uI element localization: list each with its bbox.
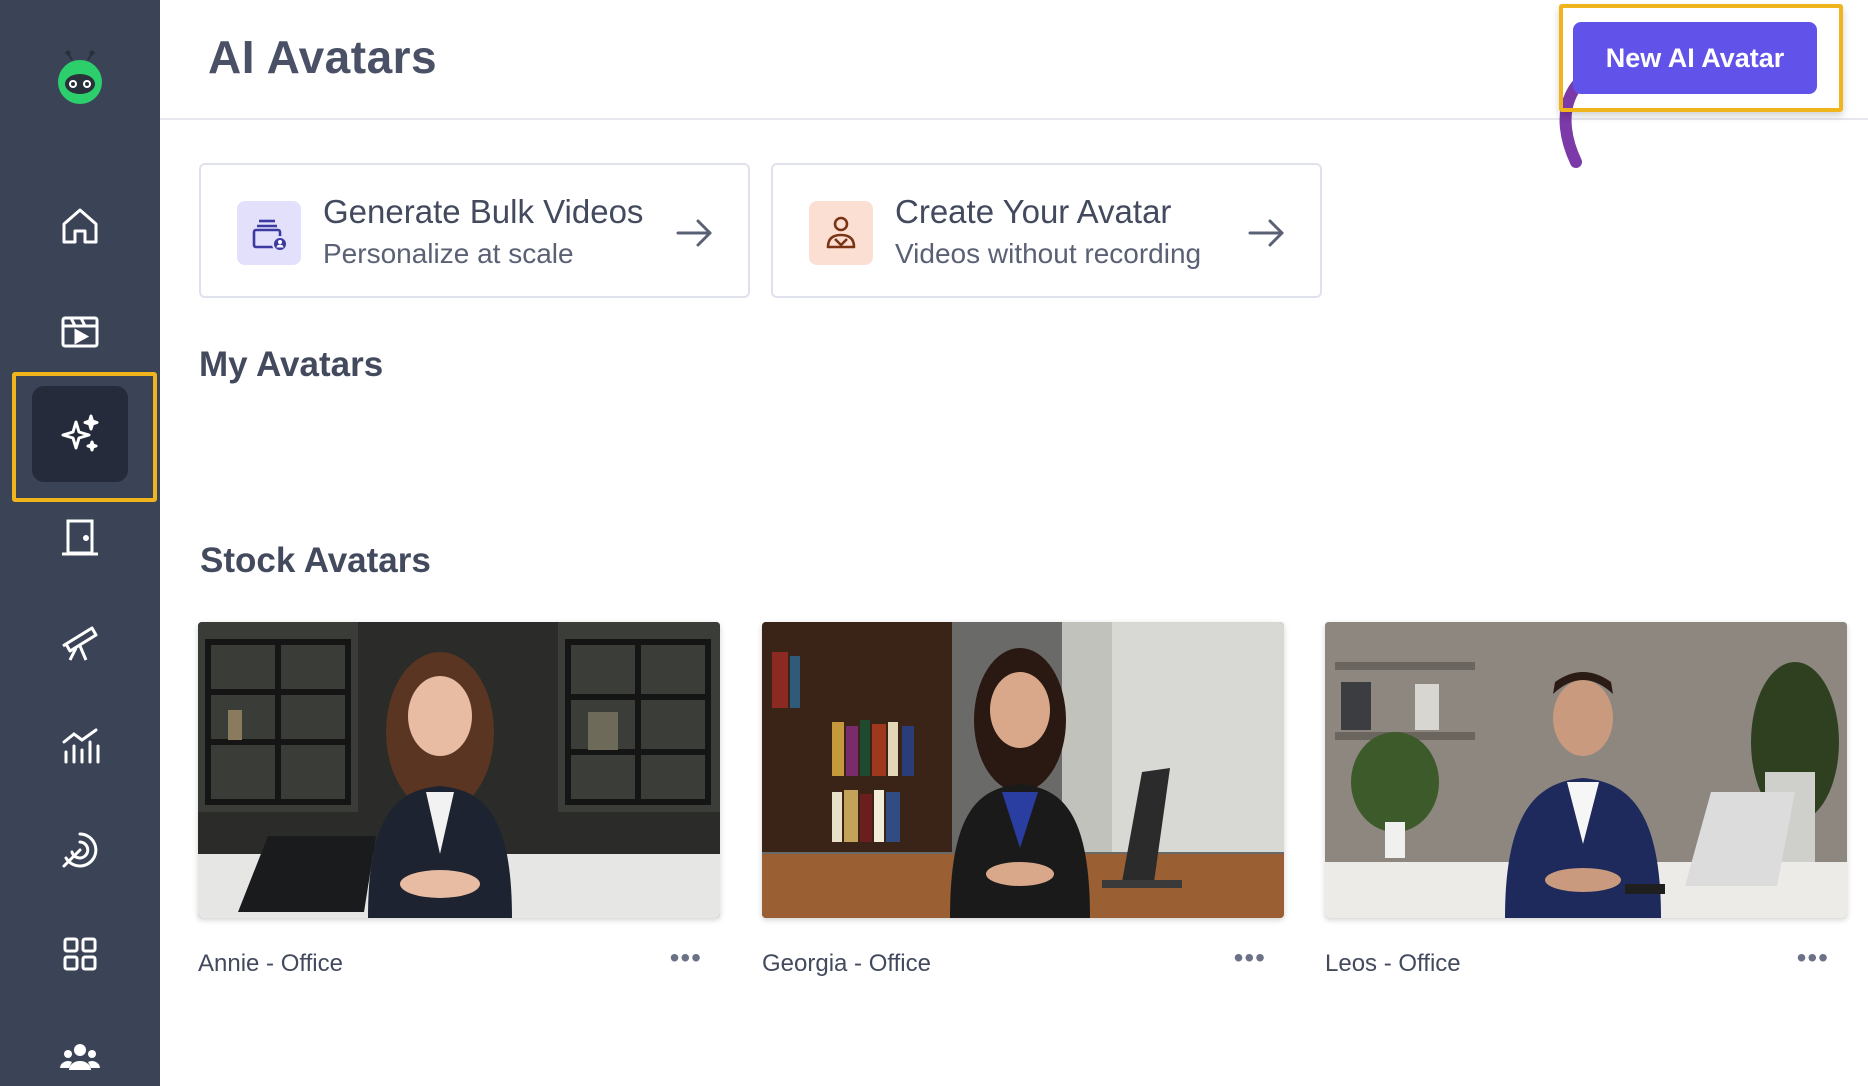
sidebar-highlight-box [12,372,157,502]
sidebar-item-apps[interactable] [32,906,128,1002]
arrow-right-icon [676,219,712,247]
generate-bulk-videos-card[interactable]: Generate Bulk Videos Personalize at scal… [199,163,750,298]
card-subtitle: Personalize at scale [323,238,574,269]
video-clapper-icon [61,316,99,348]
more-options-icon[interactable]: ••• [1234,944,1266,972]
avatar-name: Annie - Office [198,950,343,977]
sidebar-item-team[interactable] [32,1010,128,1086]
app-logo-icon[interactable] [52,50,108,106]
sidebar-item-integrations[interactable] [32,802,128,898]
create-avatar-icon [809,201,873,265]
avatar-thumbnail[interactable] [198,622,720,918]
more-options-icon[interactable]: ••• [1797,944,1829,972]
create-your-avatar-card[interactable]: Create Your Avatar Videos without record… [771,163,1322,298]
stock-avatar-card[interactable]: Annie - Office ••• [198,622,720,977]
bulk-videos-icon [237,201,301,265]
avatar-thumbnail[interactable] [1325,622,1847,918]
card-title: Generate Bulk Videos [323,193,644,230]
sidebar-item-rooms[interactable] [32,490,128,586]
card-subtitle: Videos without recording [895,238,1202,269]
avatar-name: Georgia - Office [762,950,931,977]
sidebar [0,0,160,1086]
sidebar-item-home[interactable] [32,178,128,274]
stock-avatar-card[interactable]: Georgia - Office ••• [762,622,1284,977]
telescope-icon [62,626,98,661]
page-title: AI Avatars [208,31,438,83]
my-avatars-heading: My Avatars [199,345,384,384]
arrow-right-icon [1248,219,1284,247]
sidebar-item-analytics[interactable] [32,698,128,794]
new-ai-avatar-button[interactable]: New AI Avatar [1573,22,1817,94]
apps-grid-icon [63,937,97,971]
sidebar-item-videos[interactable] [32,282,128,378]
stock-avatars-heading: Stock Avatars [200,541,431,580]
sidebar-item-discover[interactable] [32,594,128,690]
door-icon [62,519,98,556]
team-icon [60,1044,100,1070]
avatar-name: Leos - Office [1325,950,1461,977]
integrations-icon [62,832,98,868]
page-header: AI Avatars New AI Avatar [160,0,1868,168]
home-icon [62,208,98,244]
analytics-icon [62,728,100,764]
more-options-icon[interactable]: ••• [670,944,702,972]
stock-avatar-card[interactable]: Leos - Office ••• [1325,622,1847,977]
avatar-thumbnail[interactable] [762,622,1284,918]
card-title: Create Your Avatar [895,193,1172,230]
